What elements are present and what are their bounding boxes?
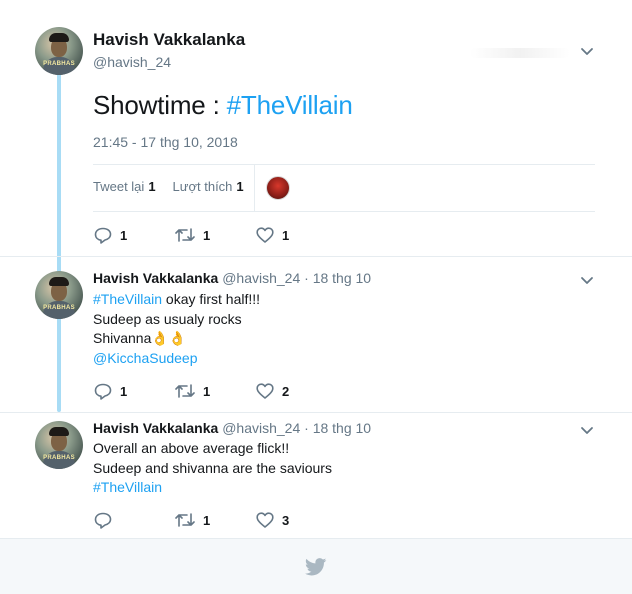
reply-icon [94,227,112,244]
like-count: 3 [282,512,290,528]
tweet-timestamp[interactable]: 21:45 - 17 thg 10, 2018 [93,134,238,150]
stats-separator [254,165,255,211]
retweets-count: 1 [148,179,156,194]
retweet-count: 1 [203,227,211,243]
retweet-count: 1 [203,383,211,399]
hashtag-link[interactable]: #TheVillain [93,479,162,495]
reply-button[interactable] [94,512,120,529]
reply-button[interactable]: 1 [94,383,127,400]
likes-label: Lượt thích [172,179,233,194]
author-handle[interactable]: @havish_24 [222,420,300,436]
retweets-label: Tweet lại [93,179,145,194]
tweet-text-prefix: Showtime : [93,90,227,120]
tweet-stats: Tweet lại 1 Lượt thích 1 [93,179,244,194]
thread-connector-line [57,72,61,412]
chevron-down-icon[interactable] [580,423,594,437]
chevron-down-icon[interactable] [580,44,594,58]
retweet-count: 1 [203,512,211,528]
likes-stat[interactable]: Lượt thích 1 [173,179,244,194]
heart-icon [256,383,274,399]
author-name[interactable]: Havish Vakkalanka [93,270,218,286]
author-handle[interactable]: @havish_24 [93,54,245,70]
reply-icon [94,383,112,400]
heart-icon [256,227,274,243]
reply-count: 1 [120,384,128,399]
mention-link[interactable]: @KicchaSudeep [93,350,198,366]
retweet-button[interactable]: 1 [175,227,210,243]
retweet-button[interactable]: 1 [175,512,210,528]
like-button[interactable]: 2 [256,383,289,399]
retweet-icon [175,384,195,398]
reply-count: 1 [120,228,128,243]
divider [0,412,632,413]
reply-text: Overall an above average flick!! Sudeep … [93,439,332,498]
author-handle[interactable]: @havish_24 [222,270,300,286]
divider [93,164,595,165]
reply-date[interactable]: · 18 thg 10 [304,420,371,436]
hashtag-link[interactable]: #TheVillain [227,90,353,120]
reply-text-line: Shivanna [93,330,152,346]
like-button[interactable]: 3 [256,512,289,528]
main-tweet-header: Havish Vakkalanka @havish_24 [93,30,245,70]
likes-count: 1 [236,179,244,194]
author-name[interactable]: Havish Vakkalanka [93,30,245,50]
retweet-icon [175,513,195,527]
reply-text-line: Sudeep as usualy rocks [93,310,242,327]
retweet-button[interactable]: 1 [175,383,210,399]
avatar-caption: PRABHAS [43,305,75,311]
reply-header: Havish Vakkalanka @havish_24 · 18 thg 10 [93,420,371,436]
twitter-bird-icon[interactable] [305,558,327,576]
blurred-watermark [470,48,570,58]
retweet-icon [175,228,195,242]
avatar[interactable]: PRABHAS [35,271,83,319]
footer-bar [0,538,632,594]
reply-text: #TheVillain okay first half!!! Sudeep as… [93,290,260,368]
reply-text-line: Overall an above average flick!! [93,440,290,456]
avatar[interactable]: PRABHAS [35,421,83,469]
like-count: 1 [282,227,290,243]
divider [93,211,595,212]
reply-icon [94,512,112,529]
ok-hand-emoji: 👌👌 [151,330,187,346]
hashtag-link[interactable]: #TheVillain [93,291,162,307]
author-name[interactable]: Havish Vakkalanka [93,420,218,436]
heart-icon [256,512,274,528]
liker-avatar[interactable] [266,176,290,200]
avatar-caption: PRABHAS [43,455,75,461]
divider [0,256,632,257]
main-tweet-text: Showtime : #TheVillain [93,90,353,121]
like-button[interactable]: 1 [256,227,289,243]
reply-header: Havish Vakkalanka @havish_24 · 18 thg 10 [93,270,371,286]
reply-text-line: Sudeep and shivanna are the saviours [93,459,332,476]
reply-date[interactable]: · 18 thg 10 [304,270,371,286]
reply-button[interactable]: 1 [94,227,127,244]
like-count: 2 [282,383,290,399]
retweets-stat[interactable]: Tweet lại 1 [93,179,156,194]
avatar[interactable]: PRABHAS [35,27,83,75]
reply-text-line: okay first half!!! [162,291,261,307]
chevron-down-icon[interactable] [580,273,594,287]
avatar-caption: PRABHAS [43,61,75,67]
